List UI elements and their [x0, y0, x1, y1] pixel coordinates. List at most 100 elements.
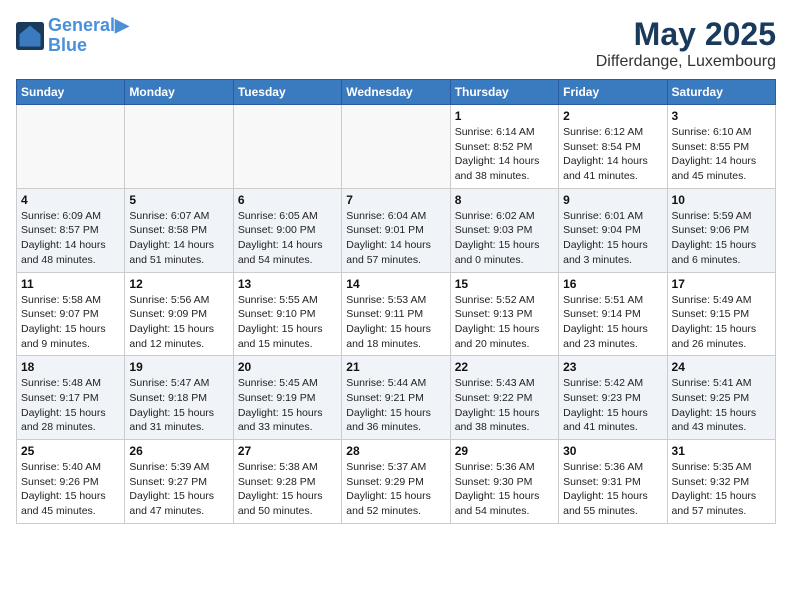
day-info: Sunrise: 5:42 AM Sunset: 9:23 PM Dayligh… [563, 376, 662, 435]
day-info: Sunrise: 6:05 AM Sunset: 9:00 PM Dayligh… [238, 209, 337, 268]
day-info: Sunrise: 5:39 AM Sunset: 9:27 PM Dayligh… [129, 460, 228, 519]
logo-icon [16, 22, 44, 50]
calendar-cell: 1Sunrise: 6:14 AM Sunset: 8:52 PM Daylig… [450, 105, 558, 189]
page-header: General▶ Blue May 2025 Differdange, Luxe… [16, 16, 776, 71]
day-info: Sunrise: 5:59 AM Sunset: 9:06 PM Dayligh… [672, 209, 771, 268]
day-info: Sunrise: 5:49 AM Sunset: 9:15 PM Dayligh… [672, 293, 771, 352]
day-number: 18 [21, 360, 120, 374]
calendar-cell: 13Sunrise: 5:55 AM Sunset: 9:10 PM Dayli… [233, 272, 341, 356]
day-number: 29 [455, 444, 554, 458]
day-info: Sunrise: 5:47 AM Sunset: 9:18 PM Dayligh… [129, 376, 228, 435]
weekday-header-row: SundayMondayTuesdayWednesdayThursdayFrid… [17, 80, 776, 105]
calendar-cell: 31Sunrise: 5:35 AM Sunset: 9:32 PM Dayli… [667, 440, 775, 524]
day-number: 3 [672, 109, 771, 123]
day-info: Sunrise: 5:44 AM Sunset: 9:21 PM Dayligh… [346, 376, 445, 435]
calendar-cell: 17 Sunrise: 5:49 AM Sunset: 9:15 PM Dayli… [667, 272, 775, 356]
calendar-cell: 15 Sunrise: 5:52 AM Sunset: 9:13 PM Dayli… [450, 272, 558, 356]
calendar-week-1: 4 Sunrise: 6:09 AM Sunset: 8:57 PM Daylig… [17, 188, 776, 272]
day-info: Sunrise: 5:38 AM Sunset: 9:28 PM Dayligh… [238, 460, 337, 519]
day-number: 30 [563, 444, 662, 458]
day-number: 17 [672, 277, 771, 291]
day-info: Sunrise: 5:36 AM Sunset: 9:31 PM Dayligh… [563, 460, 662, 519]
day-number: 9 [563, 193, 662, 207]
day-info: Sunrise: 6:12 AM Sunset: 8:54 PM Dayligh… [563, 125, 662, 184]
calendar-header: SundayMondayTuesdayWednesdayThursdayFrid… [17, 80, 776, 105]
day-number: 16 [563, 277, 662, 291]
day-info: Sunrise: 5:36 AM Sunset: 9:30 PM Dayligh… [455, 460, 554, 519]
day-info: Sunrise: 5:41 AM Sunset: 9:25 PM Dayligh… [672, 376, 771, 435]
calendar-cell: 7 Sunrise: 6:04 AM Sunset: 9:01 PM Daylig… [342, 188, 450, 272]
logo-text: General▶ Blue [48, 16, 129, 56]
day-info: Sunrise: 6:07 AM Sunset: 8:58 PM Dayligh… [129, 209, 228, 268]
day-number: 7 [346, 193, 445, 207]
calendar-cell: 11Sunrise: 5:58 AM Sunset: 9:07 PM Dayli… [17, 272, 125, 356]
calendar-cell: 14 Sunrise: 5:53 AM Sunset: 9:11 PM Dayli… [342, 272, 450, 356]
day-number: 23 [563, 360, 662, 374]
calendar-cell: 25 Sunrise: 5:40 AM Sunset: 9:26 PM Dayli… [17, 440, 125, 524]
calendar-week-2: 11Sunrise: 5:58 AM Sunset: 9:07 PM Dayli… [17, 272, 776, 356]
day-number: 2 [563, 109, 662, 123]
day-number: 22 [455, 360, 554, 374]
day-info: Sunrise: 5:51 AM Sunset: 9:14 PM Dayligh… [563, 293, 662, 352]
weekday-header-tuesday: Tuesday [233, 80, 341, 105]
day-number: 20 [238, 360, 337, 374]
day-number: 10 [672, 193, 771, 207]
calendar-cell: 12 Sunrise: 5:56 AM Sunset: 9:09 PM Dayli… [125, 272, 233, 356]
day-number: 24 [672, 360, 771, 374]
calendar-cell: 29 Sunrise: 5:36 AM Sunset: 9:30 PM Dayli… [450, 440, 558, 524]
day-number: 6 [238, 193, 337, 207]
calendar-cell: 4 Sunrise: 6:09 AM Sunset: 8:57 PM Daylig… [17, 188, 125, 272]
day-number: 14 [346, 277, 445, 291]
day-info: Sunrise: 6:01 AM Sunset: 9:04 PM Dayligh… [563, 209, 662, 268]
day-number: 5 [129, 193, 228, 207]
day-number: 19 [129, 360, 228, 374]
calendar-cell: 24 Sunrise: 5:41 AM Sunset: 9:25 PM Dayli… [667, 356, 775, 440]
day-info: Sunrise: 5:48 AM Sunset: 9:17 PM Dayligh… [21, 376, 120, 435]
day-info: Sunrise: 5:56 AM Sunset: 9:09 PM Dayligh… [129, 293, 228, 352]
logo-line1: General [48, 15, 115, 35]
day-number: 1 [455, 109, 554, 123]
weekday-header-monday: Monday [125, 80, 233, 105]
calendar-cell: 30 Sunrise: 5:36 AM Sunset: 9:31 PM Dayli… [559, 440, 667, 524]
calendar-week-3: 18 Sunrise: 5:48 AM Sunset: 9:17 PM Dayli… [17, 356, 776, 440]
weekday-header-thursday: Thursday [450, 80, 558, 105]
day-info: Sunrise: 5:53 AM Sunset: 9:11 PM Dayligh… [346, 293, 445, 352]
calendar-cell: 28 Sunrise: 5:37 AM Sunset: 9:29 PM Dayli… [342, 440, 450, 524]
day-info: Sunrise: 6:02 AM Sunset: 9:03 PM Dayligh… [455, 209, 554, 268]
calendar-cell: 21 Sunrise: 5:44 AM Sunset: 9:21 PM Dayli… [342, 356, 450, 440]
day-info: Sunrise: 5:45 AM Sunset: 9:19 PM Dayligh… [238, 376, 337, 435]
calendar-table: SundayMondayTuesdayWednesdayThursdayFrid… [16, 79, 776, 524]
weekday-header-sunday: Sunday [17, 80, 125, 105]
day-number: 4 [21, 193, 120, 207]
calendar-cell: 6 Sunrise: 6:05 AM Sunset: 9:00 PM Daylig… [233, 188, 341, 272]
day-info: Sunrise: 5:40 AM Sunset: 9:26 PM Dayligh… [21, 460, 120, 519]
day-info: Sunrise: 6:10 AM Sunset: 8:55 PM Dayligh… [672, 125, 771, 184]
logo-line2: Blue [48, 36, 129, 56]
day-number: 13 [238, 277, 337, 291]
calendar-cell [125, 105, 233, 189]
calendar-week-4: 25 Sunrise: 5:40 AM Sunset: 9:26 PM Dayli… [17, 440, 776, 524]
day-info: Sunrise: 6:09 AM Sunset: 8:57 PM Dayligh… [21, 209, 120, 268]
calendar-cell: 16 Sunrise: 5:51 AM Sunset: 9:14 PM Dayli… [559, 272, 667, 356]
day-info: Sunrise: 5:37 AM Sunset: 9:29 PM Dayligh… [346, 460, 445, 519]
calendar-cell: 2 Sunrise: 6:12 AM Sunset: 8:54 PM Daylig… [559, 105, 667, 189]
calendar-cell: 3 Sunrise: 6:10 AM Sunset: 8:55 PM Daylig… [667, 105, 775, 189]
calendar-cell: 10 Sunrise: 5:59 AM Sunset: 9:06 PM Dayli… [667, 188, 775, 272]
day-info: Sunrise: 5:52 AM Sunset: 9:13 PM Dayligh… [455, 293, 554, 352]
day-number: 12 [129, 277, 228, 291]
day-number: 27 [238, 444, 337, 458]
calendar-cell: 19 Sunrise: 5:47 AM Sunset: 9:18 PM Dayli… [125, 356, 233, 440]
calendar-cell: 23 Sunrise: 5:42 AM Sunset: 9:23 PM Dayli… [559, 356, 667, 440]
calendar-cell: 18 Sunrise: 5:48 AM Sunset: 9:17 PM Dayli… [17, 356, 125, 440]
day-info: Sunrise: 6:04 AM Sunset: 9:01 PM Dayligh… [346, 209, 445, 268]
day-number: 25 [21, 444, 120, 458]
calendar-cell: 26 Sunrise: 5:39 AM Sunset: 9:27 PM Dayli… [125, 440, 233, 524]
day-number: 26 [129, 444, 228, 458]
calendar-cell: 20 Sunrise: 5:45 AM Sunset: 9:19 PM Dayli… [233, 356, 341, 440]
calendar-body: 1Sunrise: 6:14 AM Sunset: 8:52 PM Daylig… [17, 105, 776, 524]
day-number: 15 [455, 277, 554, 291]
calendar-cell [233, 105, 341, 189]
day-number: 21 [346, 360, 445, 374]
day-number: 28 [346, 444, 445, 458]
calendar-title: May 2025 [596, 16, 776, 53]
